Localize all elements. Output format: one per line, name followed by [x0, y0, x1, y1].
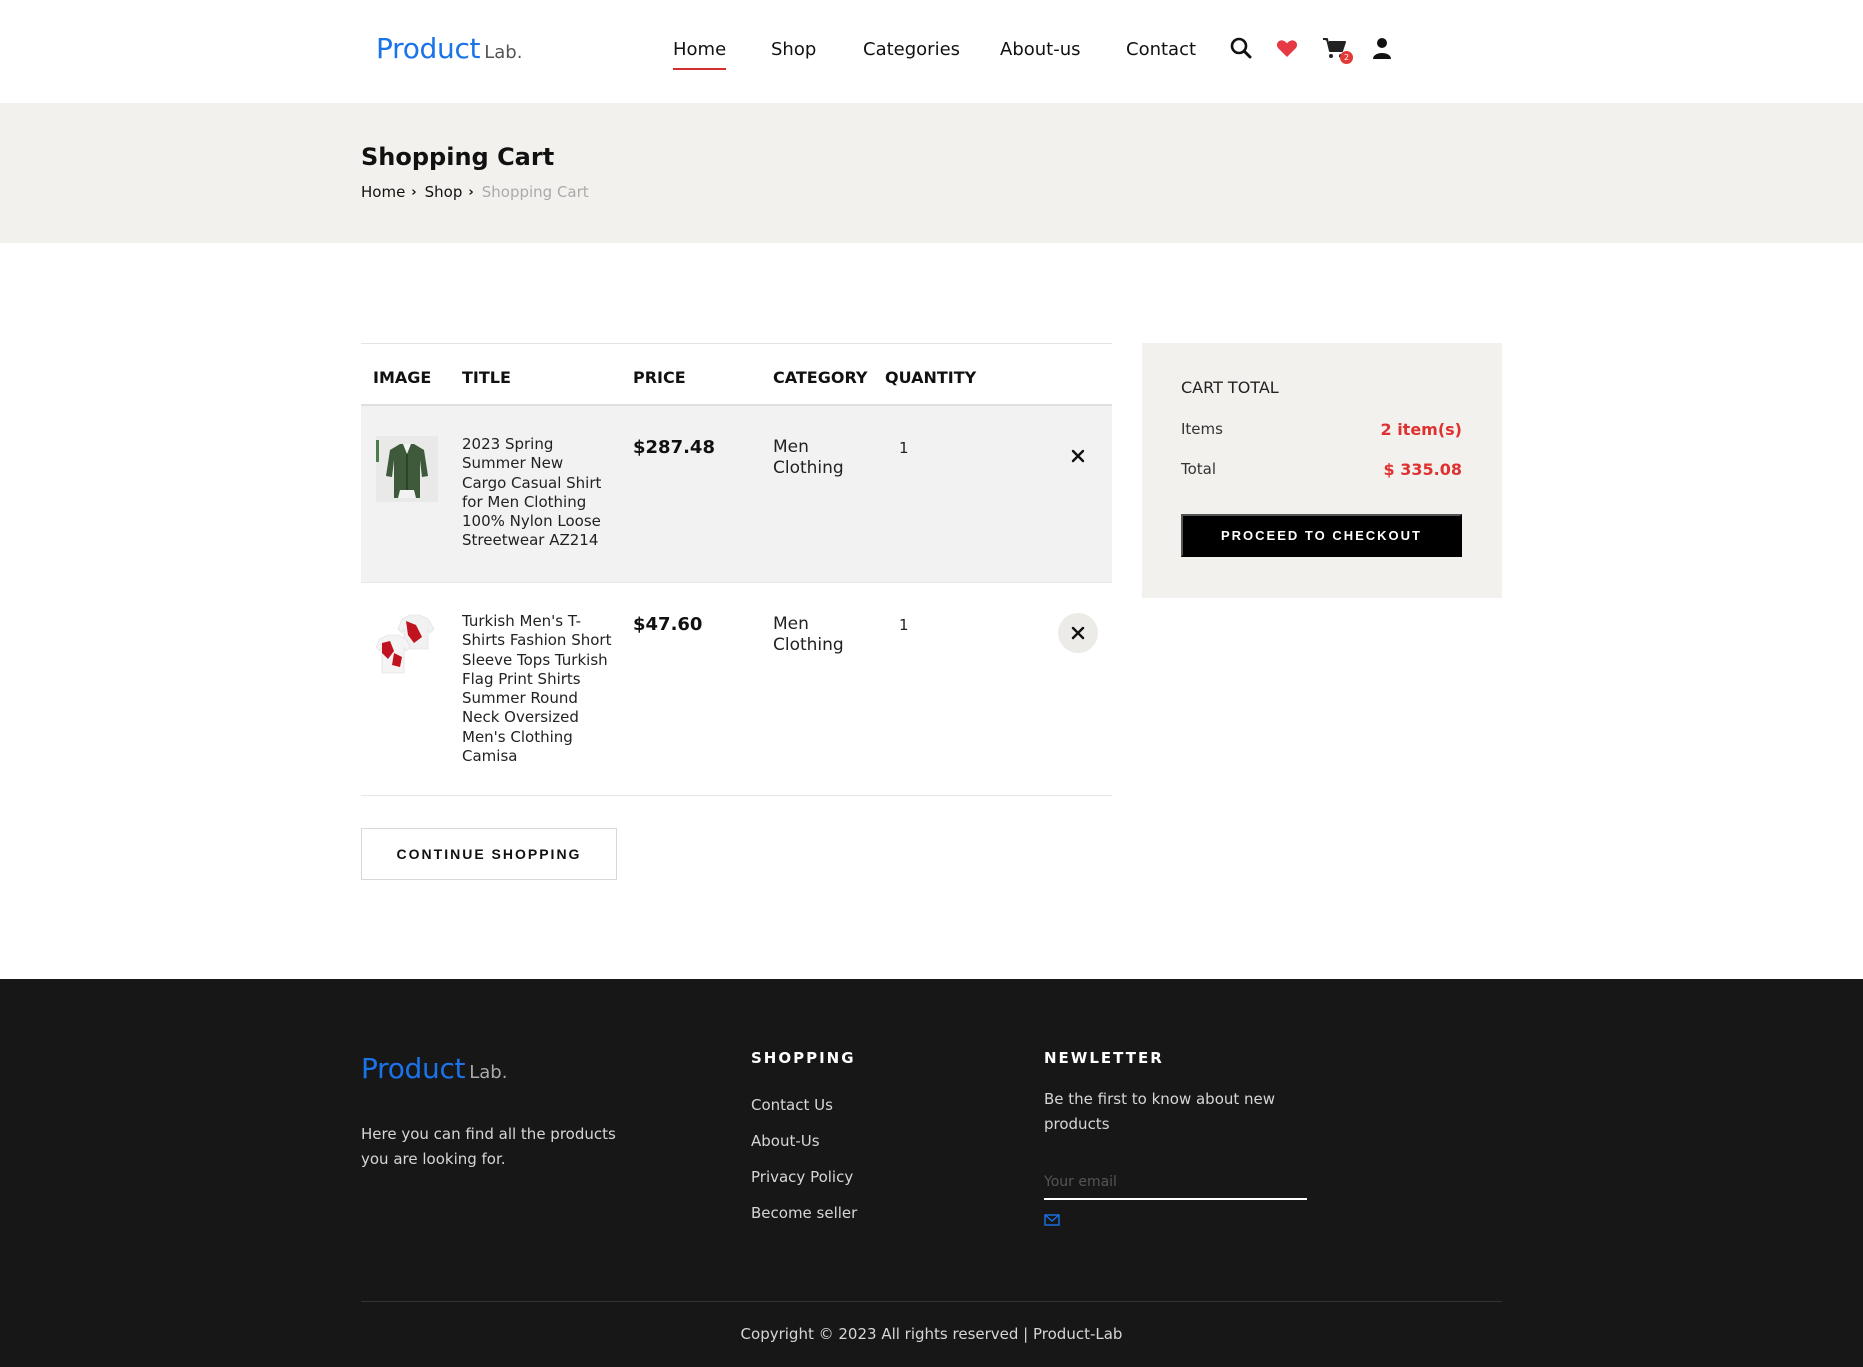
brand-name: Product	[361, 1052, 466, 1085]
column-category: CATEGORY	[773, 368, 868, 387]
brand-name: Product	[376, 32, 481, 65]
nav-shop[interactable]: Shop	[771, 39, 816, 60]
shopping-heading: SHOPPING	[751, 1049, 856, 1067]
cart-total-title: CART TOTAL	[1181, 378, 1279, 397]
copyright-text: Copyright © 2023 All rights reserved | P…	[740, 1325, 1123, 1343]
product-title[interactable]: Turkish Men's T-Shirts Fashion Short Sle…	[462, 612, 612, 766]
product-quantity: 1	[899, 616, 909, 634]
column-image: IMAGE	[373, 368, 432, 387]
site-footer: Product Lab. Here you can find all the pr…	[0, 979, 1863, 1367]
close-icon	[1071, 449, 1085, 463]
remove-item-button[interactable]	[1058, 613, 1098, 653]
column-title: TITLE	[462, 368, 511, 387]
breadcrumb: Home › Shop › Shopping Cart	[361, 183, 589, 201]
cart-total-panel: CART TOTAL Items 2 item(s) Total $ 335.0…	[1142, 343, 1502, 598]
breadcrumb-shop[interactable]: Shop	[425, 183, 463, 201]
remove-item-button[interactable]	[1058, 436, 1098, 476]
table-row: Turkish Men's T-Shirts Fashion Short Sle…	[361, 583, 1112, 796]
footer-description: Here you can find all the products you a…	[361, 1125, 616, 1168]
cart-icon[interactable]: 2	[1322, 36, 1353, 64]
chevron-right-icon: ›	[468, 184, 474, 200]
continue-shopping-button[interactable]: CONTINUE SHOPPING	[361, 828, 617, 880]
cart-count-badge: 2	[1340, 51, 1353, 64]
total-label: Total	[1181, 460, 1217, 478]
nav-categories[interactable]: Categories	[863, 39, 960, 60]
brand-logo[interactable]: Product Lab.	[376, 32, 522, 65]
page-title: Shopping Cart	[361, 143, 555, 171]
breadcrumb-current: Shopping Cart	[481, 183, 589, 201]
footer-link-become-seller[interactable]: Become seller	[751, 1204, 857, 1222]
nav-home[interactable]: Home	[673, 39, 727, 70]
user-icon[interactable]	[1370, 36, 1396, 62]
footer-link-contact-us[interactable]: Contact Us	[751, 1096, 833, 1114]
chevron-right-icon: ›	[411, 184, 417, 200]
table-row: 2023 Spring Summer New Cargo Casual Shir…	[361, 406, 1112, 583]
cart-table: IMAGE TITLE PRICE CATEGORY QUANTITY 2023…	[361, 343, 1112, 796]
nav-about-us[interactable]: About-us	[1000, 39, 1081, 60]
product-image[interactable]	[375, 613, 438, 679]
column-quantity: QUANTITY	[885, 368, 977, 387]
page-banner: Shopping Cart Home › Shop › Shopping Car…	[0, 103, 1863, 243]
brand-suffix: Lab.	[469, 1062, 508, 1083]
table-header: IMAGE TITLE PRICE CATEGORY QUANTITY	[361, 343, 1112, 406]
newsletter-email-input[interactable]	[1044, 1166, 1307, 1200]
proceed-to-checkout-button[interactable]: PROCEED TO CHECKOUT	[1181, 514, 1462, 557]
product-price: $47.60	[633, 614, 703, 635]
total-amount: $ 335.08	[1383, 460, 1462, 479]
items-count: 2 item(s)	[1380, 420, 1462, 439]
site-header: Product Lab. Home Shop Categories About-u…	[0, 0, 1863, 103]
product-price: $287.48	[633, 437, 715, 458]
brand-suffix: Lab.	[484, 42, 523, 63]
product-category: Men Clothing	[773, 437, 844, 478]
close-icon	[1071, 626, 1085, 640]
heart-icon[interactable]	[1275, 36, 1301, 62]
footer-divider	[361, 1301, 1502, 1302]
product-category: Men Clothing	[773, 614, 844, 655]
product-quantity: 1	[899, 439, 909, 457]
envelope-icon[interactable]	[1044, 1211, 1060, 1226]
column-price: PRICE	[633, 368, 686, 387]
footer-link-about-us[interactable]: About-Us	[751, 1132, 820, 1150]
footer-link-privacy-policy[interactable]: Privacy Policy	[751, 1168, 853, 1186]
search-icon[interactable]	[1229, 36, 1255, 62]
newsletter-heading: NEWLETTER	[1044, 1049, 1164, 1067]
footer-logo[interactable]: Product Lab.	[361, 1052, 507, 1085]
product-image[interactable]	[376, 436, 438, 502]
nav-contact[interactable]: Contact	[1126, 39, 1196, 60]
items-label: Items	[1181, 420, 1223, 438]
newsletter-description: Be the first to know about new products	[1044, 1090, 1276, 1133]
breadcrumb-home[interactable]: Home	[361, 183, 405, 201]
product-title[interactable]: 2023 Spring Summer New Cargo Casual Shir…	[462, 435, 612, 551]
